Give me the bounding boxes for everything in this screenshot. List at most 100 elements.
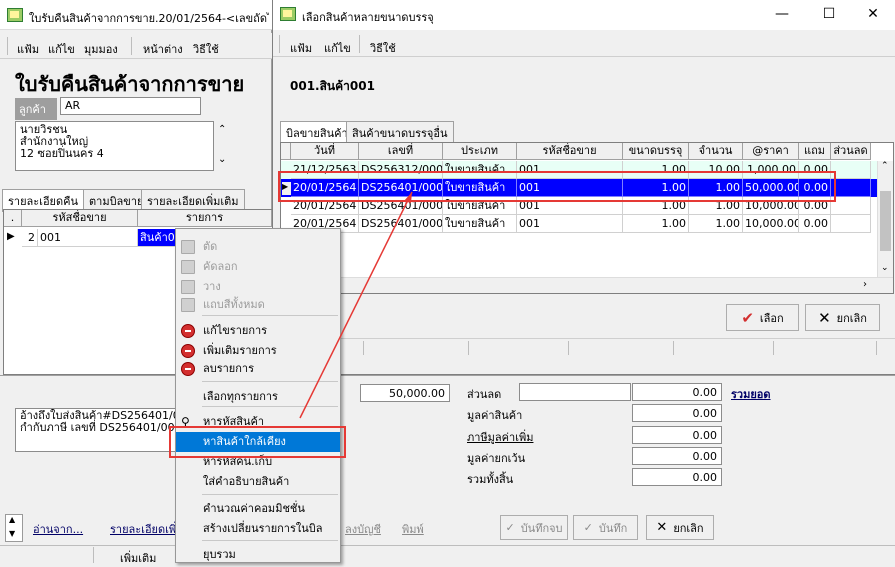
table-cell[interactable]: ใบขายสินค้า <box>443 161 517 179</box>
grid-header-col[interactable]: แถม <box>799 143 831 160</box>
vat-link[interactable]: ภาษีมูลค่าเพิ่ม <box>467 428 533 446</box>
vat-value[interactable]: 0.00 <box>632 426 722 444</box>
scroll-right-icon[interactable]: › <box>863 279 867 290</box>
table-cell[interactable]: 0.00 <box>799 215 831 233</box>
spinner-down-icon[interactable]: ▼ <box>9 529 15 538</box>
goods-value[interactable]: 0.00 <box>632 404 722 422</box>
table-cell[interactable]: 001 <box>517 161 623 179</box>
table-cell[interactable] <box>831 197 871 215</box>
table-cell[interactable]: DS256401/00006 <box>359 215 443 233</box>
print-link[interactable]: พิมพ์ <box>402 520 424 538</box>
table-cell[interactable]: 1.00 <box>623 161 689 179</box>
grid-header-col[interactable]: จำนวน <box>689 143 743 160</box>
grid-header-col[interactable]: เลขที่ <box>359 143 443 160</box>
scrollbar-thumb[interactable] <box>880 191 891 251</box>
exempt-value[interactable]: 0.00 <box>632 447 722 465</box>
table-cell[interactable]: DS256312/00005 <box>359 161 443 179</box>
menu-item[interactable]: ใส่คำอธิบายสินค้า <box>176 472 340 492</box>
grid-header-col[interactable]: วันที่ <box>291 143 359 160</box>
menu-item[interactable]: วาง <box>176 277 340 297</box>
table-cell[interactable]: ใบขายสินค้า <box>443 197 517 215</box>
menu-file[interactable]: แฟ้ม <box>17 40 39 58</box>
read-from-link[interactable]: อ่านจาก... <box>33 520 83 538</box>
grid-header-code[interactable]: รหัสชื่อขาย <box>22 210 138 227</box>
menu-window[interactable]: หน้าต่าง <box>143 40 183 58</box>
discount-value[interactable]: 0.00 <box>632 383 722 401</box>
table-cell[interactable]: 1.00 <box>623 197 689 215</box>
front-window-titlebar[interactable]: เลือกสินค้าหลายขนาดบรรจุ — ☐ ✕ <box>273 0 895 30</box>
row-code[interactable]: 001 <box>38 229 138 247</box>
table-cell[interactable]: 10,000.00 <box>743 215 799 233</box>
menu-item[interactable]: ตัด <box>176 237 340 257</box>
menu-help[interactable]: วิธีใช้ <box>370 39 396 57</box>
grid-header-col[interactable]: @ราคา <box>743 143 799 160</box>
menu-item[interactable]: เพิ่มเติมรายการ <box>176 341 340 361</box>
sum-link[interactable]: รวมยอด <box>731 385 771 403</box>
table-cell[interactable]: 21/12/2563 <box>291 161 359 179</box>
menu-item[interactable]: หาสินค้าใกล้เคียง <box>176 432 340 452</box>
table-cell[interactable]: 50,000.00 <box>743 179 799 197</box>
grid-header-col[interactable]: รหัสชื่อขาย <box>517 143 623 160</box>
minimize-icon[interactable]: — <box>759 0 805 30</box>
table-cell[interactable]: DS256401/00005 <box>359 197 443 215</box>
scroll-down-icon[interactable]: ⌄ <box>881 263 889 273</box>
grid-header-item[interactable]: รายการ <box>138 210 272 227</box>
grid-header-col[interactable]: ขนาดบรรจุ <box>623 143 689 160</box>
menu-item[interactable]: คำนวณค่าคอมมิชชั่น <box>176 499 340 519</box>
tab-other-pack-sizes[interactable]: สินค้าขนาดบรรจุอื่น <box>346 121 454 144</box>
post-ledger-link[interactable]: ลงบัญชี <box>345 520 381 538</box>
menu-item[interactable]: แถบสีทั้งหมด <box>176 295 340 315</box>
horizontal-scrollbar[interactable]: ‹ › <box>281 277 893 293</box>
menu-file[interactable]: แฟ้ม <box>290 39 312 57</box>
maximize-icon[interactable]: ☐ <box>806 0 852 30</box>
menu-edit[interactable]: แก้ไข <box>324 39 351 57</box>
table-cell[interactable]: 0.00 <box>799 179 831 197</box>
table-cell[interactable]: 001 <box>517 179 623 197</box>
table-cell[interactable] <box>831 215 871 233</box>
menu-help[interactable]: วิธีใช้ <box>193 40 219 58</box>
table-cell[interactable]: 10,000.00 <box>743 197 799 215</box>
menu-item[interactable]: เลือกทุกรายการ <box>176 387 340 407</box>
menu-item[interactable]: ยุบรวม <box>176 545 340 565</box>
select-button[interactable]: ✔ เลือก <box>726 304 799 331</box>
scroll-up-icon[interactable]: ⌃ <box>881 161 889 171</box>
menu-item[interactable]: ลบรายการ <box>176 359 340 379</box>
scroll-up-icon[interactable]: ⌃ <box>218 124 226 135</box>
menu-item[interactable]: สร้างเปลี่ยนรายการในบิล <box>176 519 340 539</box>
table-cell[interactable]: DS256401/00004 <box>359 179 443 197</box>
table-cell[interactable]: 20/01/2564 <box>291 179 359 197</box>
table-cell[interactable]: 1,000.00 <box>743 161 799 179</box>
more-details-link[interactable]: รายละเอียดเพิ่ม <box>110 520 176 538</box>
table-cell[interactable] <box>831 179 871 197</box>
table-cell[interactable] <box>831 161 871 179</box>
reference-memo[interactable]: อ้างถึงใบส่งสินค้า#DS256401/0000 กำกับภา… <box>15 408 180 452</box>
table-cell[interactable]: 0.00 <box>799 161 831 179</box>
menu-item[interactable]: หารหัสคน.เก็บ <box>176 452 340 472</box>
discount-text-field[interactable] <box>519 383 631 401</box>
record-spinner[interactable]: ▲ ▼ <box>5 514 23 542</box>
table-cell[interactable]: 0.00 <box>799 197 831 215</box>
save-close-button[interactable]: ✓ บันทึกจบ <box>500 515 568 540</box>
grid-header-col[interactable]: ส่วนลด <box>831 143 871 160</box>
table-cell[interactable]: 1.00 <box>689 197 743 215</box>
menu-item[interactable]: คัดลอก <box>176 257 340 277</box>
grid-header-col[interactable]: ประเภท <box>443 143 517 160</box>
row-number[interactable]: 2 <box>22 229 38 247</box>
table-cell[interactable]: 1.00 <box>689 179 743 197</box>
menu-view[interactable]: มุมมอง <box>84 40 118 58</box>
customer-address[interactable]: นายวิรชน สำนักงานใหญ่ 12 ซอยปิ่นนคร 4 <box>15 121 214 171</box>
save-button[interactable]: ✓ บันทึก <box>573 515 638 540</box>
table-cell[interactable]: 1.00 <box>623 179 689 197</box>
customer-code-input[interactable]: AR <box>60 97 201 115</box>
spinner-up-icon[interactable]: ▲ <box>9 515 15 524</box>
table-cell[interactable]: 1.00 <box>623 215 689 233</box>
table-cell[interactable]: ใบขายสินค้า <box>443 215 517 233</box>
table-cell[interactable]: 10.00 <box>689 161 743 179</box>
scroll-down-icon[interactable]: ⌄ <box>218 154 226 165</box>
table-cell[interactable]: 1.00 <box>689 215 743 233</box>
total-value[interactable]: 0.00 <box>632 468 722 486</box>
sale-bills-grid[interactable]: วันที่ เลขที่ ประเภท รหัสชื่อขาย ขนาดบรรจุ จำ… <box>280 142 894 294</box>
tab-sale-bills[interactable]: บิลขายสินค้า <box>280 121 354 144</box>
table-cell[interactable]: 001 <box>517 197 623 215</box>
back-window-titlebar[interactable]: ใบรับคืนสินค้าจากการขาย.20/01/2564-<เลขถ… <box>0 0 272 30</box>
